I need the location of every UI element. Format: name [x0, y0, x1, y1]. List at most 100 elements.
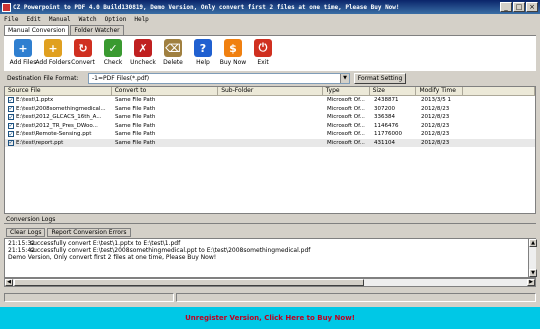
- column-header[interactable]: Sub-Folder: [218, 87, 323, 95]
- table-row[interactable]: ✓ E:\test\1.pptx Same File Path Microsoft O…: [5, 96, 535, 105]
- status-panel: [176, 293, 536, 302]
- add-folders-icon: +: [44, 39, 62, 57]
- convert-icon: ↻: [74, 39, 92, 57]
- convert-to-cell: Same File Path: [115, 139, 156, 146]
- row-checkbox[interactable]: ✓: [8, 139, 14, 146]
- divider: [4, 223, 536, 224]
- log-vertical-scrollbar[interactable]: ▲ ▼: [528, 239, 537, 277]
- table-row[interactable]: ✓ E:\test\Remote-Sensing.ppt Same File Pat…: [5, 130, 535, 139]
- toolbar-label: Delete: [163, 59, 183, 66]
- modify-time-cell: 2012/8/23: [421, 139, 450, 146]
- row-checkbox[interactable]: ✓: [8, 105, 14, 112]
- buy-now-banner[interactable]: Unregister Version, Click Here to Buy No…: [0, 307, 540, 329]
- source-cell: ✓ E:\test\Remote-Sensing.ppt: [5, 131, 112, 138]
- minimize-button[interactable]: _: [500, 2, 512, 12]
- add-files-icon: +: [14, 39, 32, 57]
- close-button[interactable]: ×: [526, 2, 538, 12]
- check-button[interactable]: ✓ Check: [98, 36, 128, 72]
- menu-manual[interactable]: Manual: [49, 16, 71, 23]
- type-cell: Microsoft Of...: [327, 114, 365, 121]
- source-cell: ✓ E:\test\2008somethingmedical...: [5, 105, 112, 112]
- scroll-down-icon[interactable]: ▼: [529, 269, 537, 277]
- check-icon: ✓: [104, 39, 122, 57]
- size-cell: 431104: [374, 139, 395, 146]
- toolbar-label: Exit: [257, 59, 269, 66]
- column-header[interactable]: Size: [370, 87, 417, 95]
- table-header: Source File Convert to Sub-Folder Type S…: [5, 87, 535, 96]
- column-header[interactable]: Source File: [5, 87, 112, 95]
- app-icon: [2, 2, 11, 12]
- chevron-down-icon[interactable]: ▼: [340, 73, 349, 83]
- buy-now-button[interactable]: $ Buy Now: [218, 36, 248, 72]
- row-checkbox[interactable]: ✓: [8, 97, 14, 104]
- scroll-up-icon[interactable]: ▲: [529, 239, 537, 247]
- add-files-button[interactable]: + Add Files: [8, 36, 38, 72]
- destination-row: Destination File Format: -1=PDF Files(*.…: [4, 72, 536, 84]
- tab-manual-conversion[interactable]: Manual Conversion: [4, 25, 70, 35]
- table-row[interactable]: ✓ E:\test\report.ppt Same File Path Microso…: [5, 138, 535, 147]
- log-output: 21:15:32successfully convert E:\test\1.p…: [4, 238, 536, 278]
- type-cell: Microsoft Of...: [327, 122, 365, 129]
- table-row[interactable]: ✓ E:\test\2008somethingmedical... Same Fil…: [5, 105, 535, 114]
- format-setting-button[interactable]: Format Setting: [354, 72, 406, 84]
- menu-option[interactable]: Option: [105, 16, 127, 23]
- destination-label: Destination File Format:: [7, 74, 79, 82]
- buy-now-icon: $: [224, 39, 242, 57]
- size-cell: 1146476: [374, 122, 399, 129]
- help-button[interactable]: ? Help: [188, 36, 218, 72]
- source-cell: ✓ E:\test\1.pptx: [5, 97, 112, 104]
- source-cell: ✓ E:\test\report.ppt: [5, 139, 112, 146]
- log-horizontal-scrollbar[interactable]: ◀ ▶: [4, 278, 536, 287]
- source-file: E:\test\2012_TR_Pres_DWoo...: [16, 122, 98, 129]
- convert-to-cell: Same File Path: [115, 105, 156, 112]
- column-header[interactable]: Type: [323, 87, 370, 95]
- menu-edit[interactable]: Edit: [26, 16, 40, 23]
- menu-file[interactable]: File: [4, 16, 18, 23]
- maximize-button[interactable]: □: [513, 2, 525, 12]
- type-cell: Microsoft Of...: [327, 131, 365, 138]
- uncheck-button[interactable]: ✗ Uncheck: [128, 36, 158, 72]
- log-time: 21:15:32: [8, 240, 35, 247]
- exit-button[interactable]: ⏻ Exit: [248, 36, 278, 72]
- destination-format-select[interactable]: -1=PDF Files(*.pdf) ▼: [88, 72, 350, 84]
- type-cell: Microsoft Of...: [327, 139, 365, 146]
- file-table: Source File Convert to Sub-Folder Type S…: [4, 86, 536, 214]
- modify-time-cell: 2012/8/23: [421, 105, 450, 112]
- table-row[interactable]: ✓ E:\test\2012_TR_Pres_DWoo... Same File P…: [5, 122, 535, 131]
- menu-help[interactable]: Help: [134, 16, 148, 23]
- conversion-logs-label: Conversion Logs: [6, 216, 56, 223]
- table-row[interactable]: ✓ E:\test\2012_GLCACS_16th_A... Same File …: [5, 113, 535, 122]
- column-header[interactable]: Convert to: [112, 87, 219, 95]
- toolbar-label: Uncheck: [130, 59, 156, 66]
- scroll-right-icon[interactable]: ▶: [527, 279, 535, 286]
- source-file: E:\test\2008somethingmedical...: [16, 105, 106, 112]
- status-bar: [4, 293, 536, 302]
- source-file: E:\test\1.pptx: [16, 97, 54, 104]
- convert-to-cell: Same File Path: [115, 97, 156, 104]
- add-folders-button[interactable]: + Add Folders: [35, 36, 71, 72]
- row-checkbox[interactable]: ✓: [8, 131, 14, 138]
- toolbar-label: Check: [103, 59, 123, 66]
- window-title: CZ Powerpoint to PDF 4.0 Build130819, De…: [13, 3, 400, 11]
- scroll-thumb[interactable]: [14, 279, 364, 286]
- log-text: successfully convert E:\test\2008somethi…: [30, 247, 311, 254]
- row-checkbox[interactable]: ✓: [8, 122, 14, 129]
- scroll-left-icon[interactable]: ◀: [5, 279, 13, 286]
- log-text: Demo Version, Only convert first 2 files…: [8, 254, 217, 261]
- clear-logs-button[interactable]: Clear Logs: [6, 228, 46, 237]
- log-line: 21:15:32successfully convert E:\test\1.p…: [8, 240, 532, 247]
- convert-button[interactable]: ↻ Convert: [68, 36, 98, 72]
- report-errors-button[interactable]: Report Conversion Errors: [47, 228, 131, 237]
- menu-watch[interactable]: Watch: [79, 16, 97, 23]
- column-header[interactable]: Modify Time: [416, 87, 464, 95]
- log-time: 21:15:42: [8, 247, 35, 254]
- help-icon: ?: [194, 39, 212, 57]
- size-cell: 307200: [374, 105, 395, 112]
- delete-button[interactable]: ⌫ Delete: [158, 36, 188, 72]
- source-cell: ✓ E:\test\2012_TR_Pres_DWoo...: [5, 122, 112, 129]
- row-checkbox[interactable]: ✓: [8, 114, 14, 121]
- toolbar-label: Buy Now: [219, 59, 247, 66]
- tab-folder-watcher[interactable]: Folder Watcher: [70, 25, 124, 35]
- toolbar-label: Add Files: [9, 59, 37, 66]
- source-file: E:\test\2012_GLCACS_16th_A...: [16, 114, 102, 121]
